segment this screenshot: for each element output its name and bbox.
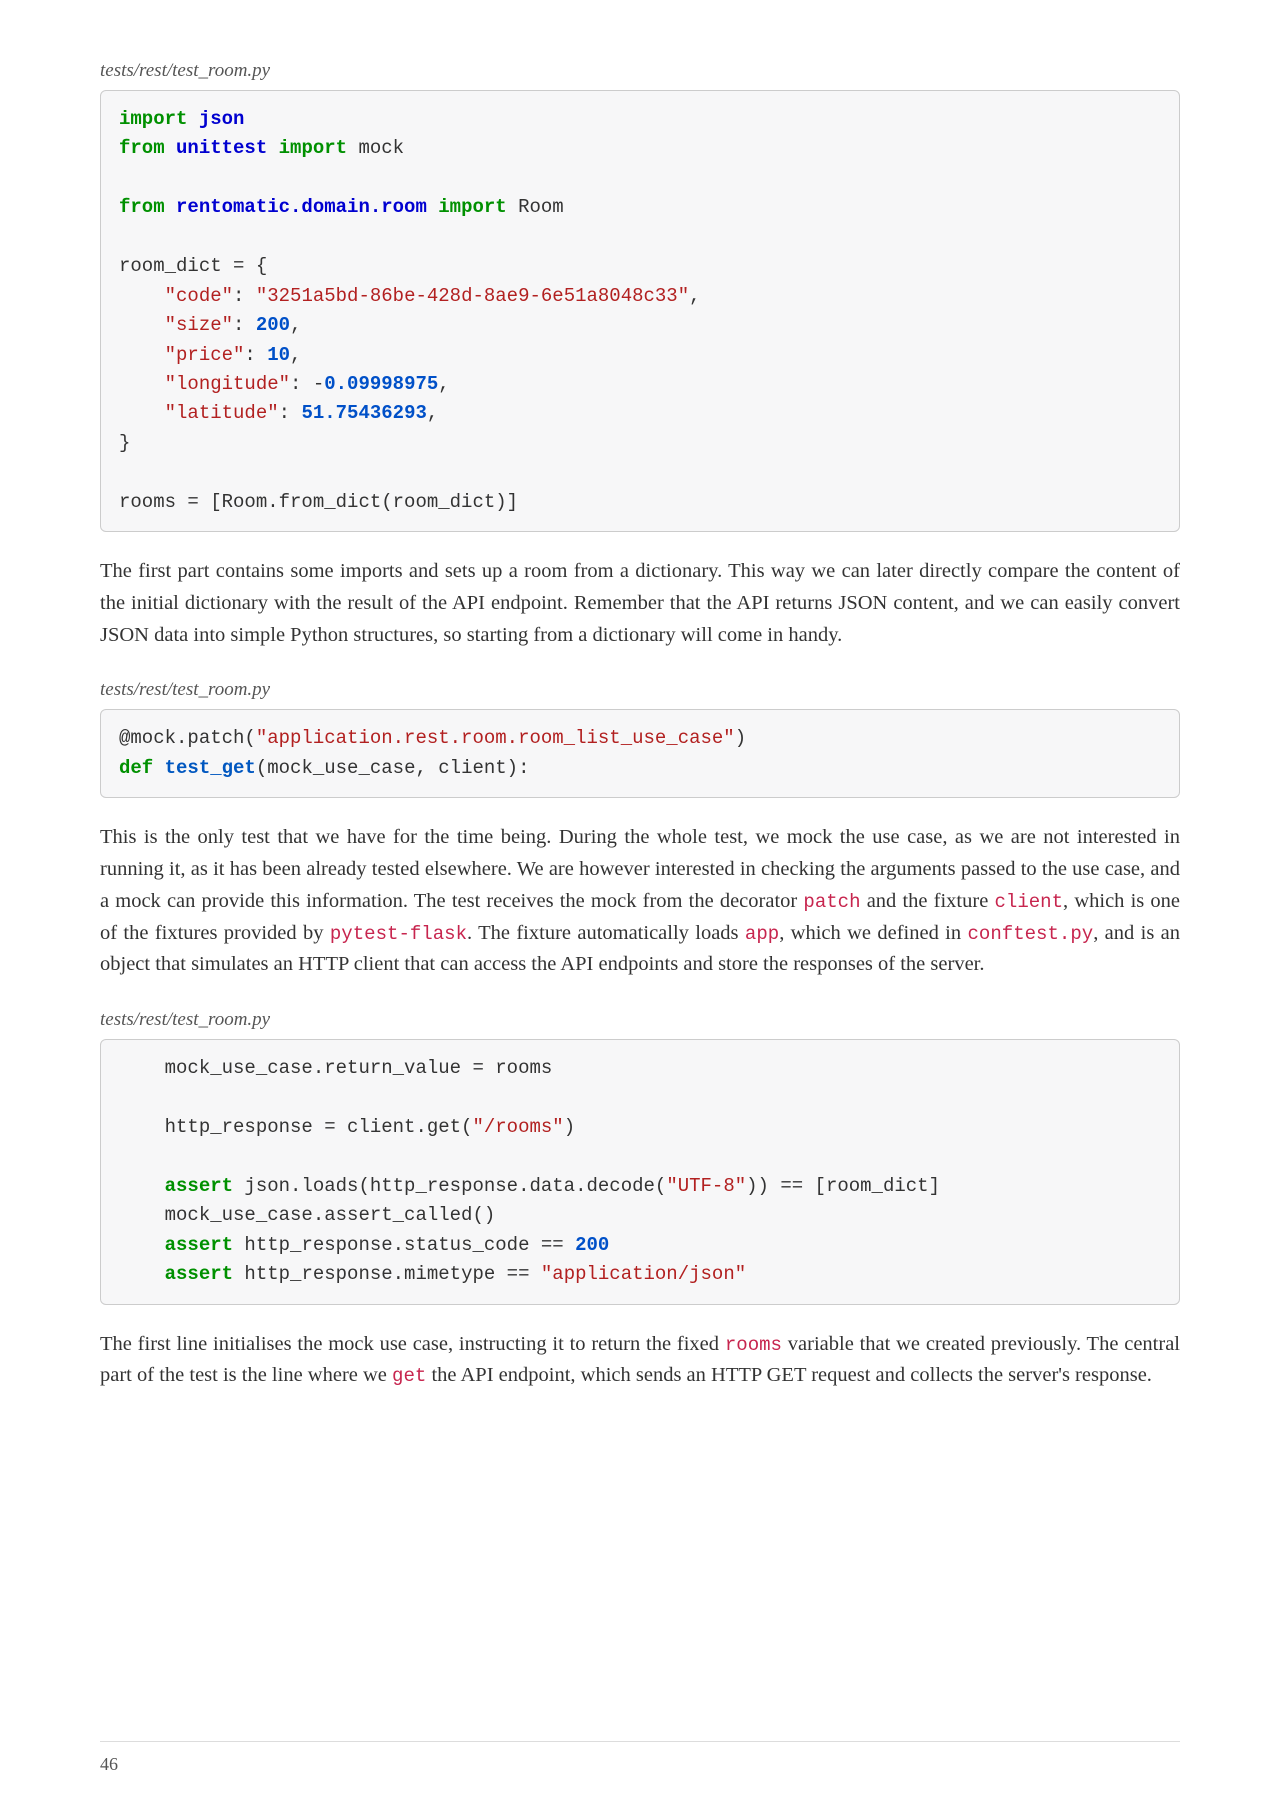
code-text: @mock.patch( <box>119 727 256 749</box>
module-path: rentomatic.domain.room <box>176 196 427 218</box>
token-mock: mock <box>358 137 404 159</box>
inline-code-get: get <box>392 1365 426 1387</box>
kw-assert: assert <box>119 1234 233 1256</box>
dict-key: "latitude" <box>119 402 279 424</box>
code-text: json.loads(http_response.data.decode( <box>233 1175 666 1197</box>
func-name: test_get <box>153 757 256 779</box>
page: tests/rest/test_room.py import json from… <box>0 0 1280 1809</box>
code-text: : <box>233 285 256 307</box>
inline-code-pytest-flask: pytest-flask <box>330 923 467 945</box>
page-number: 46 <box>100 1741 1180 1775</box>
string: "application/json" <box>541 1263 746 1285</box>
code-line: rooms = [Room.from_dict(room_dict)] <box>119 491 518 513</box>
dict-key: "code" <box>119 285 233 307</box>
dict-key: "size" <box>119 314 233 336</box>
inline-code-client: client <box>994 891 1063 913</box>
code-text: ) <box>564 1116 575 1138</box>
kw-assert: assert <box>119 1263 233 1285</box>
p2-text: . The fixture automatically loads <box>467 922 745 944</box>
kw-import: import <box>119 108 187 130</box>
inline-code-patch: patch <box>803 891 860 913</box>
dict-key: "longitude" <box>119 373 290 395</box>
code-block-2: @mock.patch("application.rest.room.room_… <box>100 709 1180 798</box>
code-text: )) == [room_dict] <box>746 1175 940 1197</box>
code-line: mock_use_case.return_value = rooms <box>119 1057 552 1079</box>
code-text: : - <box>290 373 324 395</box>
p3-text: the API endpoint, which sends an HTTP GE… <box>426 1364 1152 1386</box>
paragraph-3: The first line initialises the mock use … <box>100 1329 1180 1393</box>
number: 200 <box>575 1234 609 1256</box>
code-text: : <box>233 314 256 336</box>
paragraph-1: The first part contains some imports and… <box>100 556 1180 651</box>
p2-text: , which we defined in <box>779 922 967 944</box>
kw-import: import <box>279 137 347 159</box>
token-room: Room <box>518 196 564 218</box>
dict-val: 200 <box>256 314 290 336</box>
dict-val: 10 <box>267 344 290 366</box>
code-line: } <box>119 432 130 454</box>
dict-val: 0.09998975 <box>324 373 438 395</box>
p2-text: and the fixture <box>861 890 995 912</box>
code-text: , <box>290 344 301 366</box>
code-text: http_response.status_code == <box>233 1234 575 1256</box>
inline-code-app: app <box>745 923 779 945</box>
file-path-3: tests/rest/test_room.py <box>100 1009 1180 1031</box>
kw-import: import <box>438 196 506 218</box>
paragraph-2: This is the only test that we have for t… <box>100 822 1180 981</box>
code-text: : <box>244 344 267 366</box>
module-json: json <box>199 108 245 130</box>
string: "application.rest.room.room_list_use_cas… <box>256 727 735 749</box>
dict-val: "3251a5bd-86be-428d-8ae9-6e51a8048c33" <box>256 285 689 307</box>
code-text: (mock_use_case, client): <box>256 757 530 779</box>
module-unittest: unittest <box>176 137 267 159</box>
code-text: http_response.mimetype == <box>233 1263 541 1285</box>
code-block-1: import json from unittest import mock fr… <box>100 90 1180 532</box>
code-text: http_response = client.get( <box>119 1116 472 1138</box>
code-line: room_dict = { <box>119 255 267 277</box>
p3-text: The first line initialises the mock use … <box>100 1333 725 1355</box>
kw-from: from <box>119 196 165 218</box>
kw-from: from <box>119 137 165 159</box>
code-text: , <box>427 402 438 424</box>
code-text: : <box>279 402 302 424</box>
string: "/rooms" <box>472 1116 563 1138</box>
code-text: , <box>438 373 449 395</box>
file-path-1: tests/rest/test_room.py <box>100 60 1180 82</box>
string: "UTF-8" <box>666 1175 746 1197</box>
code-text: , <box>290 314 301 336</box>
dict-key: "price" <box>119 344 244 366</box>
file-path-2: tests/rest/test_room.py <box>100 679 1180 701</box>
code-line: mock_use_case.assert_called() <box>119 1204 495 1226</box>
inline-code-rooms: rooms <box>725 1334 782 1356</box>
dict-val: 51.75436293 <box>301 402 426 424</box>
code-text: , <box>689 285 700 307</box>
kw-assert: assert <box>119 1175 233 1197</box>
kw-def: def <box>119 757 153 779</box>
inline-code-conftest: conftest.py <box>967 923 1093 945</box>
code-block-3: mock_use_case.return_value = rooms http_… <box>100 1039 1180 1305</box>
code-text: ) <box>735 727 746 749</box>
